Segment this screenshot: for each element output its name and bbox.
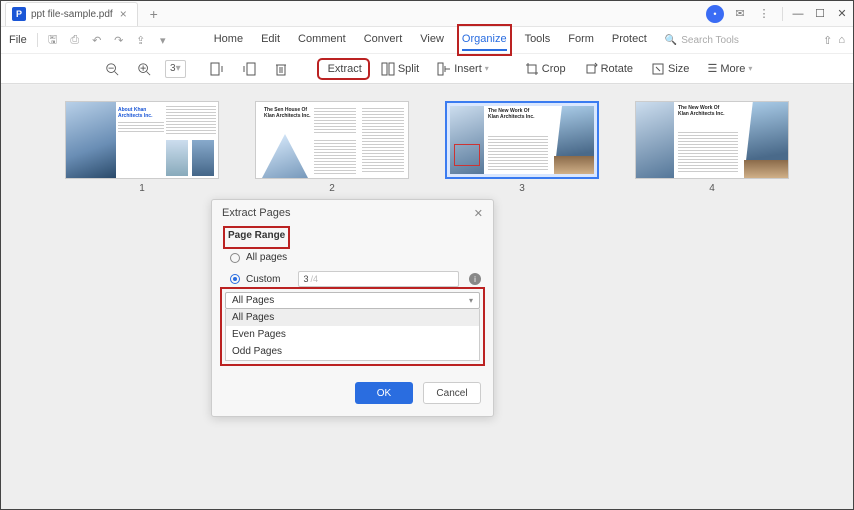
tab-filename: ppt file-sample.pdf — [31, 9, 113, 20]
user-avatar[interactable]: • — [706, 5, 724, 23]
thumb-number: 4 — [635, 183, 789, 194]
right-icons: ⇧ ⌂ — [823, 34, 845, 47]
rotate-button[interactable]: Rotate — [580, 59, 637, 79]
menubar: File 🖫 ⎙ ↶ ↷ ⇪ ▾ Home Edit Comment Conve… — [1, 27, 853, 54]
tab-edit[interactable]: Edit — [261, 29, 280, 51]
divider — [37, 33, 38, 47]
range-value: 3 — [303, 274, 308, 284]
insert-button[interactable]: Insert▾ — [433, 59, 493, 79]
page-filter-combo[interactable]: All Pages ▾ — [225, 292, 480, 309]
option-even-pages[interactable]: Even Pages — [226, 326, 479, 343]
extract-label: Extract — [328, 63, 362, 75]
tab-protect[interactable]: Protect — [612, 29, 647, 51]
page-thumb-2[interactable]: The Sen House Of Klan Architects Inc. 2 — [255, 101, 409, 194]
option-all-pages[interactable]: All Pages — [226, 309, 479, 326]
crop-button[interactable]: Crop — [521, 59, 570, 79]
tab-comment[interactable]: Comment — [298, 29, 346, 51]
print-icon[interactable]: ⎙ — [66, 31, 84, 49]
search-placeholder: Search Tools — [681, 35, 739, 46]
upload-icon[interactable]: ⇧ — [823, 34, 832, 47]
close-tab-icon[interactable]: × — [118, 7, 129, 21]
main-tabs: Home Edit Comment Convert View Organize … — [214, 29, 647, 51]
pdf-file-icon: P — [12, 7, 26, 21]
tab-tools[interactable]: Tools — [525, 29, 551, 51]
thumb-number: 2 — [255, 183, 409, 194]
close-window-button[interactable]: ✕ — [831, 3, 853, 25]
tab-convert[interactable]: Convert — [364, 29, 403, 51]
close-dialog-icon[interactable]: ✕ — [474, 207, 483, 220]
radio-icon — [230, 274, 240, 284]
thumb-number: 1 — [65, 183, 219, 194]
search-tools[interactable]: 🔍 Search Tools — [665, 35, 739, 46]
tab-home[interactable]: Home — [214, 29, 243, 51]
tab-organize[interactable]: Organize — [462, 29, 507, 51]
all-pages-radio[interactable]: All pages — [224, 248, 481, 267]
all-pages-label: All pages — [246, 252, 287, 263]
redo-icon[interactable]: ↷ — [110, 31, 128, 49]
more-button[interactable]: ☰More▾ — [703, 59, 756, 78]
page-right-icon[interactable] — [238, 59, 260, 79]
thumb-title: About Khan Architects Inc. — [118, 108, 166, 119]
document-tab[interactable]: P ppt file-sample.pdf × — [5, 2, 138, 26]
page-range-label: Page Range — [228, 227, 285, 245]
size-button[interactable]: Size — [647, 59, 693, 79]
dialog-title: Extract Pages — [222, 207, 290, 220]
page-left-icon[interactable] — [206, 59, 228, 79]
ok-button[interactable]: OK — [355, 382, 413, 404]
add-tab-button[interactable]: + — [144, 4, 164, 24]
page-thumb-3[interactable]: The New Work Of Klan Architects Inc. 3 — [445, 101, 599, 194]
message-icon[interactable]: ✉ — [730, 4, 750, 24]
share-icon[interactable]: ⇪ — [132, 31, 150, 49]
minimize-button[interactable]: — — [787, 3, 809, 25]
radio-icon — [230, 253, 240, 263]
page-thumb-1[interactable]: About Khan Architects Inc. 1 — [65, 101, 219, 194]
extract-button[interactable]: Extract — [320, 61, 367, 77]
info-icon[interactable]: i — [469, 273, 481, 285]
thumb-title: The New Work Of Klan Architects Inc. — [678, 106, 726, 117]
organize-toolbar: 3▾ Extract Split Insert▾ Crop Rotate Siz… — [1, 54, 853, 84]
extract-pages-dialog: Extract Pages ✕ Page Range All pages Cus… — [211, 199, 494, 417]
file-menu[interactable]: File — [9, 34, 27, 46]
page-thumb-4[interactable]: The New Work Of Klan Architects Inc. 4 — [635, 101, 789, 194]
thumb-title: The Sen House Of Klan Architects Inc. — [264, 108, 312, 119]
custom-label: Custom — [246, 274, 280, 285]
range-total: /4 — [310, 274, 318, 284]
maximize-button[interactable]: ☐ — [809, 3, 831, 25]
combo-value: All Pages — [232, 295, 274, 306]
option-odd-pages[interactable]: Odd Pages — [226, 343, 479, 360]
tab-form[interactable]: Form — [568, 29, 594, 51]
save-icon[interactable]: 🖫 — [44, 31, 62, 49]
split-button[interactable]: Split — [377, 59, 423, 79]
thumb-number: 3 — [445, 183, 599, 194]
page-range-input[interactable]: 3 /4 — [298, 271, 459, 287]
chevron-down-icon: ▾ — [469, 296, 473, 305]
titlebar: P ppt file-sample.pdf × + • ✉ ⋮ — ☐ ✕ — [1, 1, 853, 27]
delete-page-icon[interactable] — [270, 59, 292, 79]
zoom-in-button[interactable] — [133, 59, 155, 79]
thumb-title: The New Work Of Klan Architects Inc. — [488, 109, 536, 120]
page-number-input[interactable]: 3▾ — [165, 60, 186, 78]
kebab-menu-icon[interactable]: ⋮ — [754, 4, 774, 24]
custom-radio[interactable]: Custom 3 /4 i — [224, 267, 481, 291]
undo-icon[interactable]: ↶ — [88, 31, 106, 49]
page-filter-dropdown: All Pages Even Pages Odd Pages — [225, 309, 480, 361]
search-icon: 🔍 — [665, 35, 677, 46]
tab-view[interactable]: View — [420, 29, 444, 51]
chevron-down-icon[interactable]: ▾ — [154, 31, 172, 49]
divider — [782, 7, 783, 21]
cancel-button[interactable]: Cancel — [423, 382, 481, 404]
home-icon[interactable]: ⌂ — [838, 34, 845, 47]
zoom-out-button[interactable] — [101, 59, 123, 79]
